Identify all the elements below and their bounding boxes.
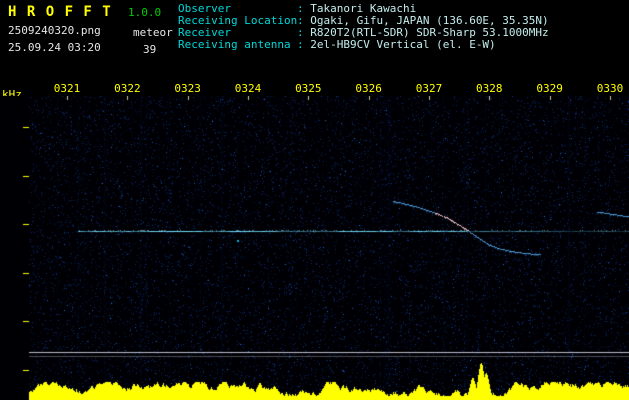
station-info: Observer: Takanori Kawachi Receiving Loc… [178,3,549,51]
time-tick-label: 0324 [234,82,262,95]
hrofft-output: H R O F F T 1.0.0 2509240320.png meteor … [0,0,629,400]
time-tick-label: 0323 [174,82,201,95]
time-tick-label: 0329 [536,82,563,95]
meteor-count: 39 [143,43,157,56]
info-separator: : [297,38,311,51]
observation-datetime: 25.09.24 03:20 [8,41,101,54]
time-tick-label: 0328 [476,82,503,95]
time-tick-label: 0322 [114,82,141,95]
time-tick-label: 0327 [415,82,443,95]
info-row-antenna: Receiving antenna: 2el-HB9CV Vertical (e… [178,39,549,51]
time-tick-label: 0330 [596,82,624,95]
output-filename: 2509240320.png [8,24,101,37]
spectrogram-canvas [0,96,629,400]
info-label: Receiving antenna [178,38,291,51]
time-tick-label: 0321 [53,82,81,95]
info-value: 2el-HB9CV Vertical (el. E-W) [310,38,496,51]
observation-mode: meteor [133,26,173,39]
app-version: 1.0.0 [128,6,162,19]
time-tick-label: 0325 [295,82,322,95]
app-title: H R O F F T [8,4,112,20]
time-tick-label: 0326 [355,82,382,95]
